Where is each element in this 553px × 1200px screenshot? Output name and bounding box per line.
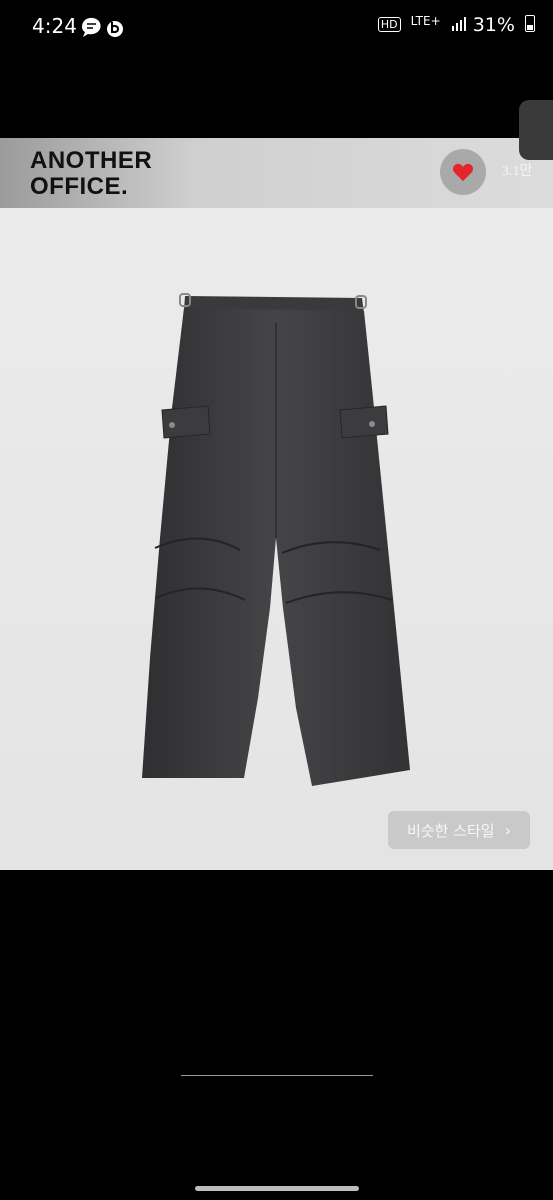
like-count: 3.1만	[502, 164, 533, 179]
network-type: LTE+	[410, 14, 441, 28]
status-notification-icons	[80, 16, 126, 45]
brand-banner: ANOTHER OFFICE. 3.1만	[0, 138, 553, 208]
similar-style-label: 비슷한 스타일	[407, 821, 495, 840]
battery-percent: 31%	[472, 14, 515, 36]
status-bar: 4:24 HD LTE+ 31%	[0, 0, 553, 56]
similar-style-button[interactable]: 비슷한 스타일 ›	[388, 811, 530, 849]
scroll-handle[interactable]	[519, 100, 553, 160]
signal-icon	[451, 17, 466, 31]
brand-line-1: ANOTHER	[30, 147, 153, 174]
like-button[interactable]	[440, 149, 486, 195]
hd-voice-icon: HD	[377, 17, 401, 32]
brand-line-2: OFFICE.	[30, 173, 129, 200]
chevron-right-icon: ›	[504, 820, 511, 840]
divider	[181, 1075, 373, 1076]
status-right-group: HD LTE+ 31%	[377, 14, 535, 36]
product-image[interactable]: ANOTHER OFFICE. 3.1만 비슷한 스타일 ›	[0, 138, 553, 870]
chat-icon	[82, 17, 101, 37]
battery-icon	[525, 15, 535, 32]
status-time: 4:24	[32, 14, 77, 38]
b-app-icon	[107, 21, 123, 37]
home-indicator[interactable]	[195, 1186, 359, 1191]
product-photo	[142, 293, 410, 786]
heart-icon	[452, 163, 474, 182]
brand-logo: ANOTHER OFFICE.	[30, 148, 152, 200]
